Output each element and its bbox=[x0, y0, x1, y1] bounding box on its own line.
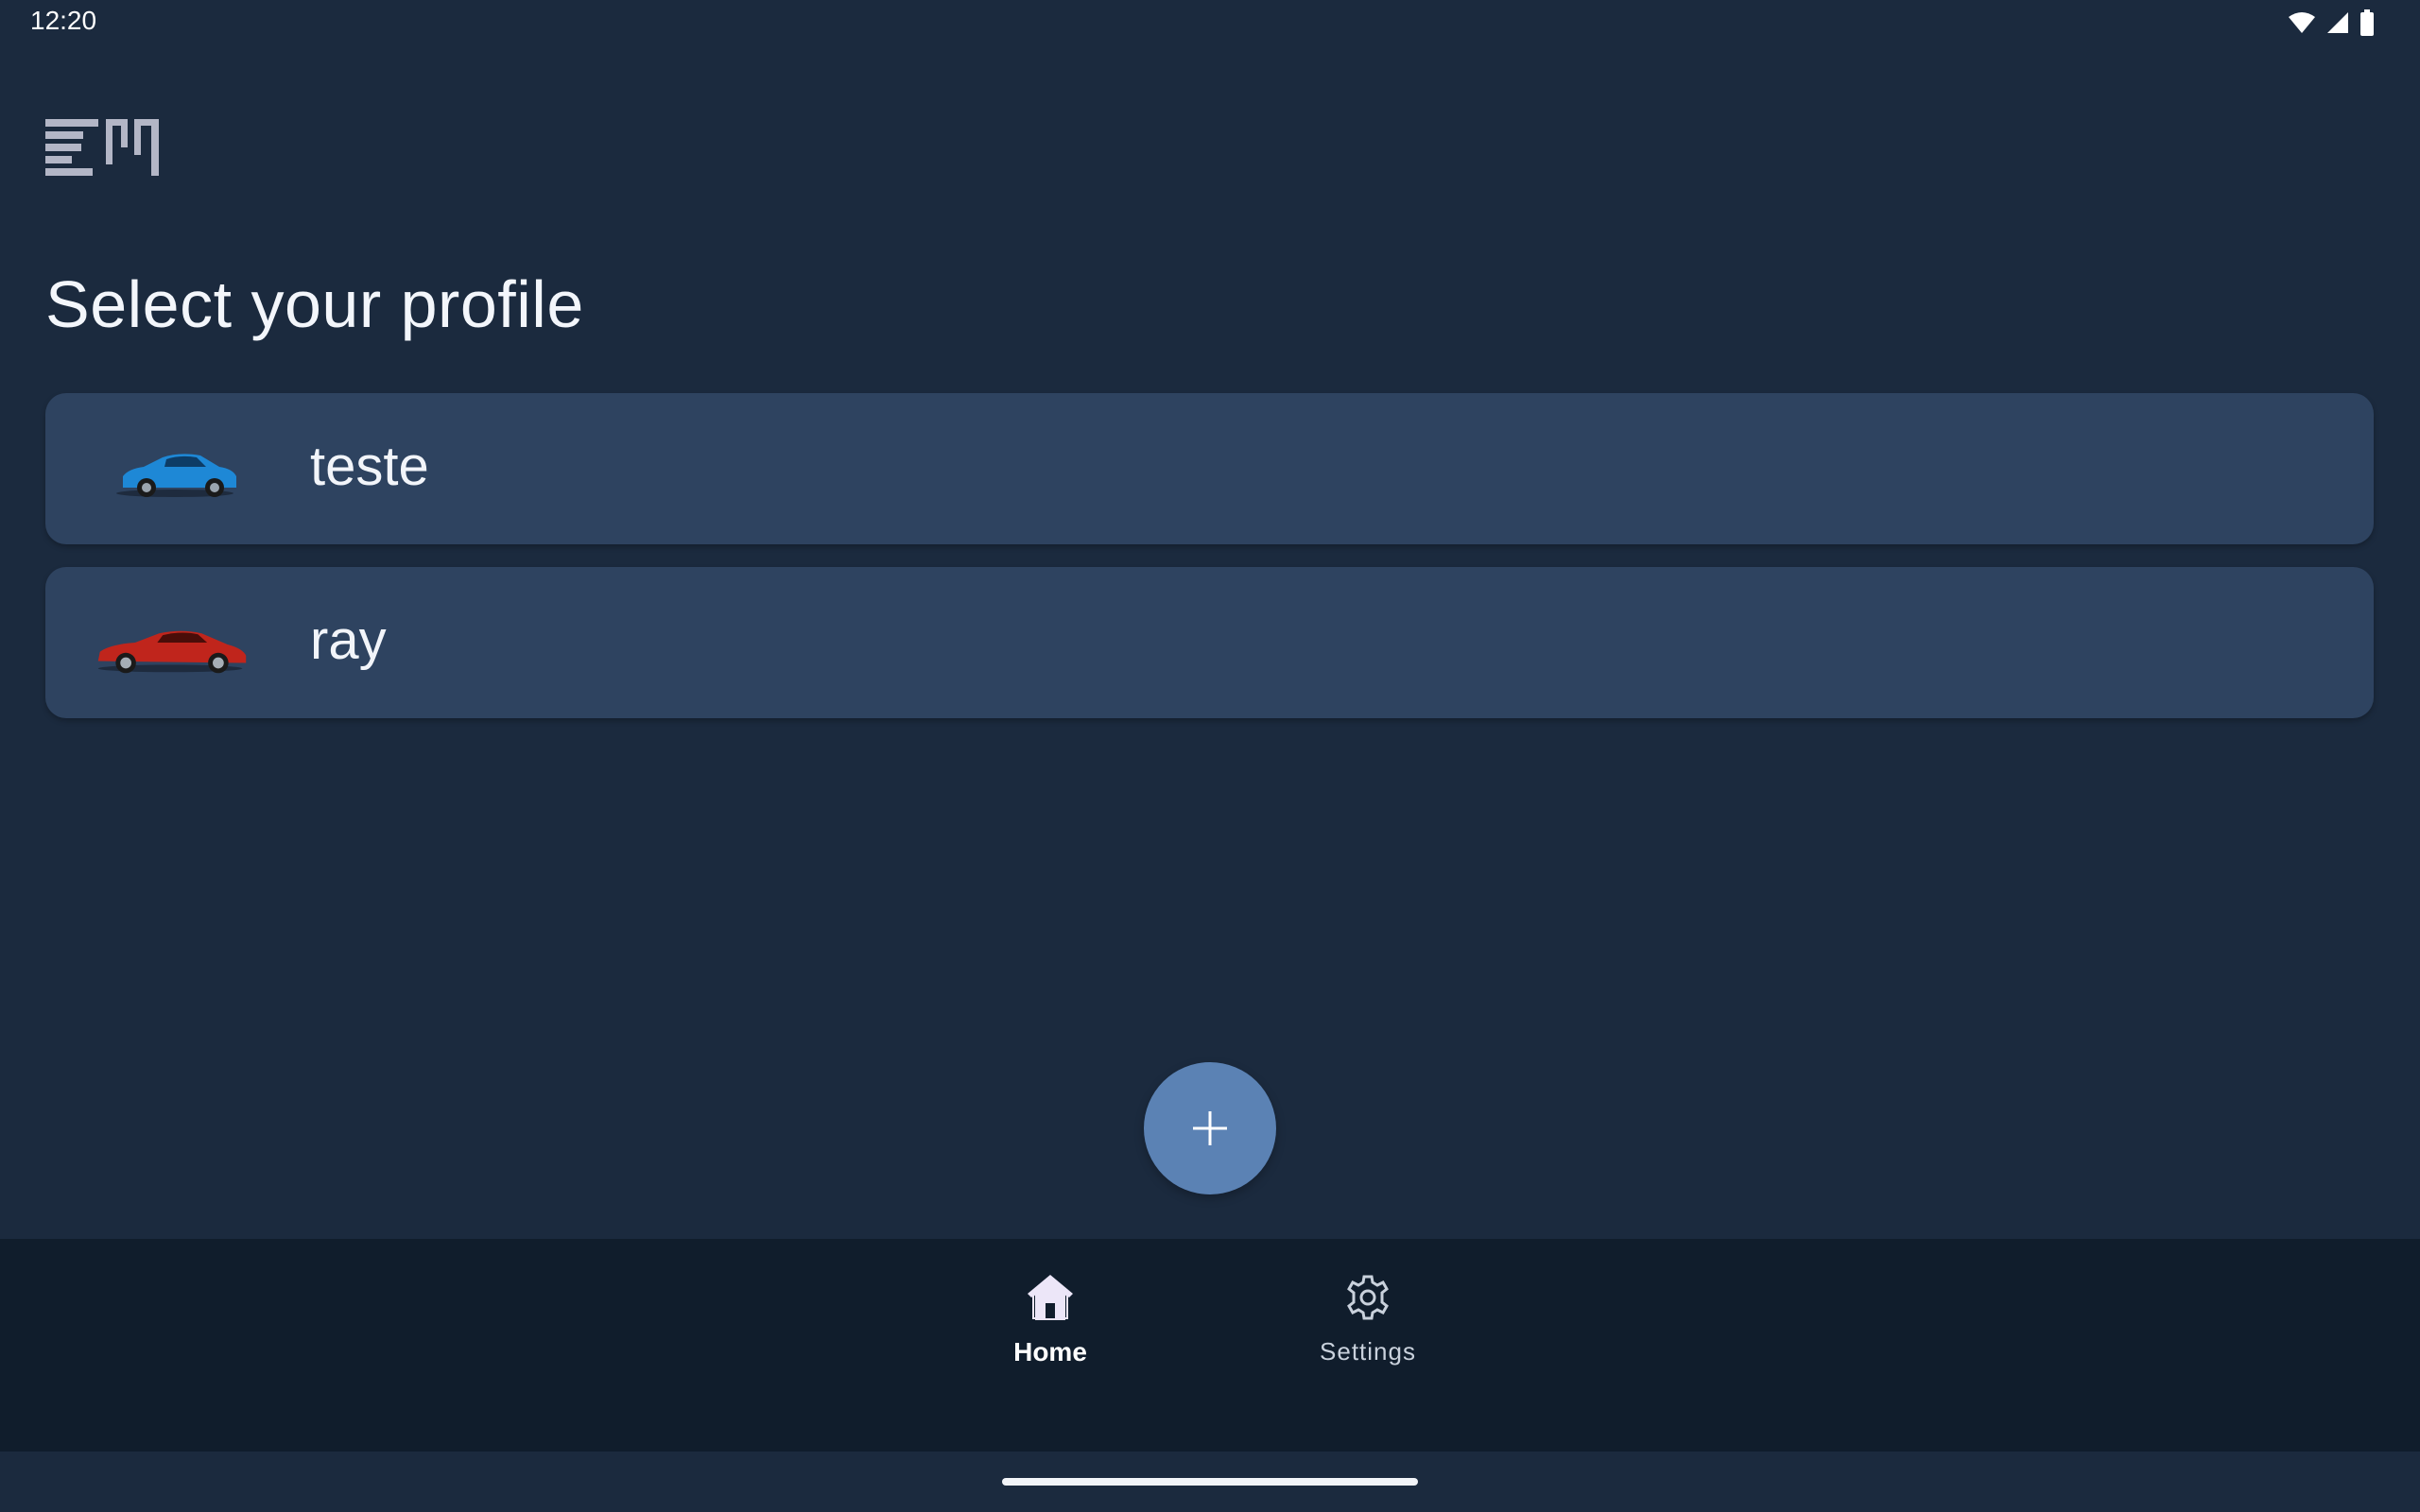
gesture-handle[interactable] bbox=[1002, 1478, 1418, 1486]
nav-item-settings[interactable]: Settings bbox=[1273, 1258, 1462, 1390]
status-time: 12:20 bbox=[30, 6, 97, 35]
gear-icon bbox=[1347, 1275, 1389, 1320]
plus-icon bbox=[1193, 1111, 1227, 1145]
car-icon bbox=[97, 630, 247, 674]
profile-card-teste[interactable]: teste bbox=[45, 393, 2374, 544]
nav-item-home[interactable]: Home bbox=[956, 1258, 1145, 1390]
page-title: Select your profile bbox=[45, 267, 584, 341]
signal-icon bbox=[2327, 12, 2348, 33]
profile-name: ray bbox=[310, 610, 387, 671]
app-screen: 12:20 Select your profile teste ray Home… bbox=[0, 0, 2420, 1512]
status-bar: 12:20 bbox=[0, 0, 2420, 45]
status-icons bbox=[2288, 9, 2375, 36]
nav-label-settings: Settings bbox=[1320, 1337, 1416, 1366]
em-logo bbox=[45, 119, 159, 176]
profile-card-ray[interactable]: ray bbox=[45, 567, 2374, 718]
home-icon bbox=[1028, 1275, 1073, 1320]
profile-name: teste bbox=[310, 436, 429, 497]
battery-icon bbox=[2360, 9, 2374, 36]
car-icon bbox=[116, 454, 236, 497]
nav-label-home: Home bbox=[1013, 1337, 1087, 1366]
wifi-icon bbox=[2289, 12, 2315, 33]
bottom-nav: Home Settings bbox=[0, 1239, 2420, 1452]
add-profile-button[interactable] bbox=[1144, 1062, 1276, 1194]
